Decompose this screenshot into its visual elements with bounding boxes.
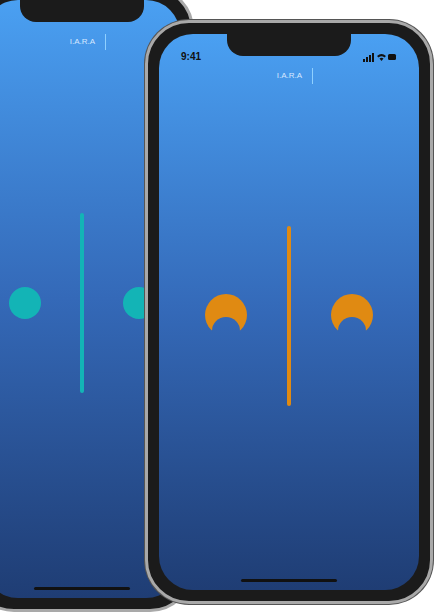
screen: 9:41 I.A.R.A — [159, 34, 419, 590]
app-title: I.A.R.A — [265, 72, 302, 80]
home-indicator — [241, 579, 337, 582]
circle-icon — [8, 286, 42, 320]
notch — [227, 34, 351, 56]
notch — [20, 0, 144, 22]
crescent-icon — [329, 293, 375, 339]
header-divider — [105, 34, 106, 50]
status-icons-icon — [363, 52, 397, 62]
front-phone: 9:41 I.A.R.A — [145, 20, 433, 604]
header-divider — [312, 68, 313, 84]
home-indicator — [34, 587, 130, 590]
visualizer — [159, 86, 419, 579]
center-line — [80, 213, 84, 393]
status-time: 9:41 — [181, 52, 201, 62]
mockup: I.A.R.A 9:41 I.A.R.A — [0, 0, 438, 615]
home-indicator-area — [159, 579, 419, 590]
header: I.A.R.A — [159, 64, 419, 86]
app-title: I.A.R.A — [58, 38, 95, 46]
center-line — [287, 226, 291, 406]
home-indicator-area — [0, 587, 180, 598]
crescent-icon — [203, 293, 249, 339]
